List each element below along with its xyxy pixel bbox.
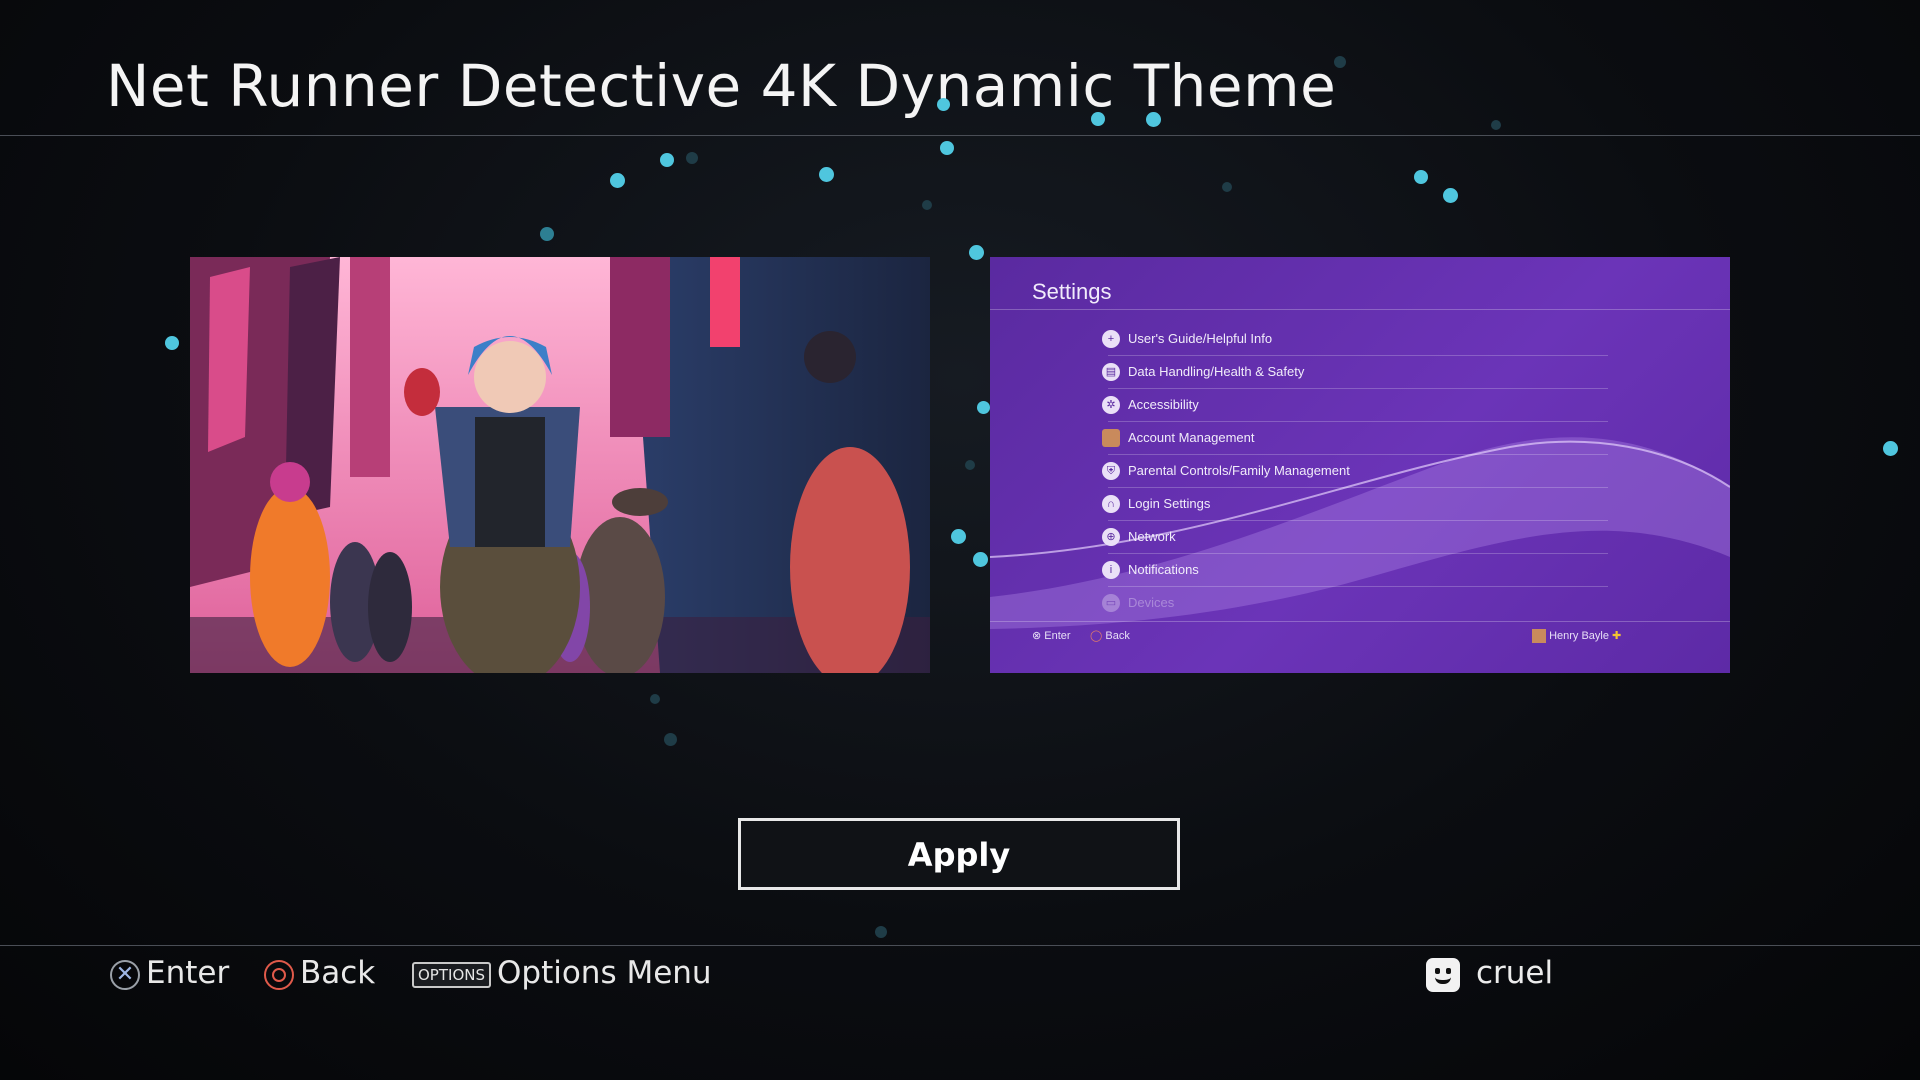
preview-divider (990, 309, 1730, 310)
particle (1491, 120, 1501, 130)
particle (977, 401, 990, 414)
preview-footer-back: ◯ Back (1090, 629, 1130, 642)
accessibility-icon: ✲ (1102, 396, 1120, 414)
preview-item-data-handling: ▤ Data Handling/Health & Safety (1102, 356, 1608, 389)
playstation-plus-icon: ✚ (1612, 630, 1622, 642)
theme-artwork-preview (190, 257, 930, 673)
preview-footer-divider (990, 621, 1730, 622)
preview-footer-enter-label: Enter (1044, 630, 1071, 642)
preview-footer-back-label: Back (1105, 630, 1130, 642)
notifications-icon: i (1102, 561, 1120, 579)
particle (664, 733, 677, 746)
particle (610, 173, 625, 188)
preview-item-users-guide: + User's Guide/Helpful Info (1102, 323, 1608, 356)
preview-item-network: ⊕ Network (1102, 521, 1608, 554)
preview-item-label: Account Management (1128, 430, 1255, 445)
cross-button-icon: ⊗ (1032, 630, 1042, 642)
particle (969, 245, 984, 260)
preview-item-label: User's Guide/Helpful Info (1128, 331, 1273, 346)
preview-footer-user: Henry Bayle ✚ (1532, 629, 1622, 644)
particle (1334, 56, 1346, 68)
username: cruel (1476, 955, 1554, 991)
preview-item-parental-controls: ⛨ Parental Controls/Family Management (1102, 455, 1608, 488)
preview-item-label: Network (1128, 529, 1176, 544)
preview-item-label: Data Handling/Health & Safety (1128, 364, 1305, 379)
particle (1883, 441, 1898, 456)
cross-button-icon: ✕ (110, 959, 140, 990)
particle (540, 227, 554, 241)
hint-back-label: Back (300, 955, 376, 991)
particle (875, 926, 887, 938)
particle (1443, 188, 1458, 203)
avatar (1426, 957, 1460, 992)
particle (940, 141, 954, 155)
preview-item-label: Parental Controls/Family Management (1128, 463, 1350, 478)
particle (937, 98, 950, 111)
preview-item-notifications: i Notifications (1102, 554, 1608, 587)
page-title: Net Runner Detective 4K Dynamic Theme (106, 52, 1337, 120)
particle (1222, 182, 1232, 192)
preview-item-label: Login Settings (1128, 496, 1211, 511)
particle (951, 529, 966, 544)
particle (650, 694, 660, 704)
particle (965, 460, 975, 470)
preview-footer-username: Henry Bayle (1549, 630, 1609, 642)
particle (819, 167, 834, 182)
particle (660, 153, 674, 167)
footer-divider (0, 945, 1920, 946)
header-divider (0, 135, 1920, 136)
preview-item-label: Notifications (1128, 562, 1199, 577)
particle (165, 336, 179, 350)
circle-button-icon (264, 959, 294, 990)
particle (1091, 112, 1105, 126)
avatar (1532, 629, 1546, 644)
preview-item-devices: ▭ Devices (1102, 587, 1608, 619)
preview-item-login-settings: ∩ Login Settings (1102, 488, 1608, 521)
account-icon (1102, 429, 1120, 447)
data-handling-icon: ▤ (1102, 363, 1120, 381)
preview-item-accessibility: ✲ Accessibility (1102, 389, 1608, 422)
options-button-icon: OPTIONS (412, 961, 491, 988)
users-guide-icon: + (1102, 330, 1120, 348)
particle (922, 200, 932, 210)
parental-controls-icon: ⛨ (1102, 462, 1120, 480)
particle (1414, 170, 1428, 184)
preview-item-label: Accessibility (1128, 397, 1199, 412)
artwork-illustration (190, 257, 930, 673)
network-icon: ⊕ (1102, 528, 1120, 546)
preview-item-label: Devices (1128, 595, 1175, 610)
user-profile: cruel (1426, 953, 1553, 993)
login-icon: ∩ (1102, 495, 1120, 513)
devices-icon: ▭ (1102, 594, 1120, 612)
particle (686, 152, 698, 164)
hint-options: OPTIONS Options Menu (412, 953, 712, 993)
preview-title: Settings (1032, 279, 1112, 304)
preview-footer-enter: ⊗ Enter (1032, 629, 1071, 642)
hint-enter-label: Enter (146, 955, 230, 991)
settings-screen-preview: Settings + User's Guide/Helpful Info ▤ D… (990, 257, 1730, 673)
preview-item-account-management: Account Management (1102, 422, 1608, 455)
hint-options-label: Options Menu (497, 955, 712, 991)
preview-settings-list: + User's Guide/Helpful Info ▤ Data Handl… (1102, 323, 1608, 619)
hint-enter: ✕ Enter (110, 953, 229, 993)
particle (1146, 112, 1161, 127)
circle-button-icon: ◯ (1090, 630, 1103, 642)
hint-back: Back (264, 953, 375, 993)
apply-button[interactable]: Apply (738, 818, 1180, 890)
particle (973, 552, 988, 567)
